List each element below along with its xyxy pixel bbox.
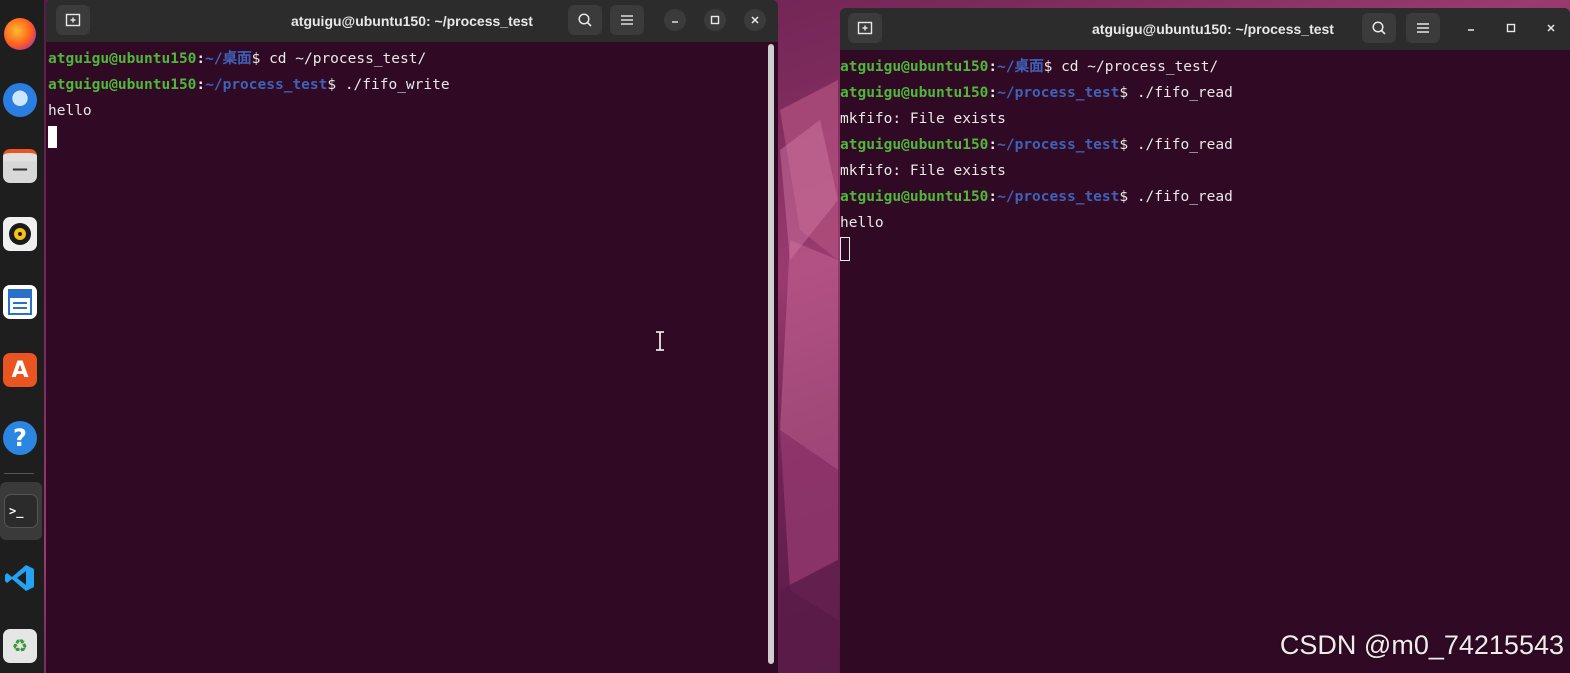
prompt-user: atguigu@ubuntu150 xyxy=(840,189,989,205)
files-icon: — xyxy=(3,149,37,183)
close-icon xyxy=(751,16,759,24)
prompt-colon: : xyxy=(988,85,998,101)
vscode-icon xyxy=(3,561,37,595)
terminal-line: atguigu@ubuntu150:~/桌面$ cd ~/process_tes… xyxy=(840,54,1570,80)
prompt-colon: : xyxy=(196,51,206,67)
terminal-line: hello xyxy=(48,103,92,119)
help-icon: ? xyxy=(3,421,37,455)
new-tab-button[interactable] xyxy=(56,5,90,35)
search-icon xyxy=(578,13,592,27)
prompt-path: ~/process_test xyxy=(997,85,1120,101)
app-center-icon: A xyxy=(3,353,37,387)
search-icon xyxy=(1372,21,1386,35)
minimize-button[interactable] xyxy=(664,9,686,31)
dock-item-rhythmbox[interactable] xyxy=(0,208,40,260)
dock-item-files[interactable]: — xyxy=(0,140,40,192)
terminal-line xyxy=(840,236,1570,262)
command-text: $ cd ~/process_test/ xyxy=(251,51,427,67)
prompt-user: atguigu@ubuntu150 xyxy=(840,59,989,75)
text-cursor xyxy=(840,237,850,261)
prompt-colon: : xyxy=(988,189,998,205)
terminal-window-right[interactable]: atguigu@ubuntu150: ~/process_test atguig… xyxy=(840,8,1570,673)
dock-item-thunderbird[interactable] xyxy=(0,74,40,126)
dock-separator xyxy=(4,473,34,474)
dock: — A ? >_ ♻ xyxy=(0,0,44,673)
prompt-path: ~/process_test xyxy=(997,189,1120,205)
command-text: $ cd ~/process_test/ xyxy=(1043,59,1219,75)
terminal-line: atguigu@ubuntu150:~/process_test$ ./fifo… xyxy=(48,72,778,98)
command-text: $ ./fifo_read xyxy=(1119,189,1233,205)
firefox-icon xyxy=(4,18,36,50)
terminal-line: atguigu@ubuntu150:~/桌面$ cd ~/process_tes… xyxy=(48,46,778,72)
new-tab-button[interactable] xyxy=(848,13,882,43)
close-icon xyxy=(1547,24,1555,32)
maximize-button[interactable] xyxy=(1500,17,1522,39)
prompt-user: atguigu@ubuntu150 xyxy=(48,51,197,67)
terminal-line: atguigu@ubuntu150:~/process_test$ ./fifo… xyxy=(840,80,1570,106)
close-button[interactable] xyxy=(744,9,766,31)
dock-item-help[interactable]: ? xyxy=(0,412,40,464)
hamburger-menu-icon xyxy=(621,15,633,25)
prompt-colon: : xyxy=(196,77,206,93)
minimize-button[interactable] xyxy=(1460,17,1482,39)
dock-item-terminal[interactable]: >_ xyxy=(0,482,42,540)
new-tab-icon xyxy=(857,21,873,35)
thunderbird-icon xyxy=(3,83,37,117)
new-tab-icon xyxy=(65,13,81,27)
terminal-output[interactable]: atguigu@ubuntu150:~/桌面$ cd ~/process_tes… xyxy=(840,50,1570,673)
text-cursor-ibeam-icon xyxy=(656,331,664,351)
writer-icon xyxy=(3,285,37,319)
minimize-icon xyxy=(672,21,678,23)
search-button[interactable] xyxy=(1362,13,1396,43)
text-cursor xyxy=(48,126,57,148)
titlebar[interactable]: atguigu@ubuntu150: ~/process_test xyxy=(46,0,778,42)
prompt-colon: : xyxy=(988,137,998,153)
maximize-button[interactable] xyxy=(704,9,726,31)
command-text: $ ./fifo_read xyxy=(1119,85,1233,101)
dock-item-trash[interactable]: ♻ xyxy=(0,620,40,672)
terminal-icon: >_ xyxy=(4,494,38,528)
prompt-path: ~/桌面 xyxy=(205,51,252,67)
maximize-icon xyxy=(710,15,720,25)
titlebar[interactable]: atguigu@ubuntu150: ~/process_test xyxy=(840,8,1570,50)
minimize-icon xyxy=(1468,29,1474,31)
close-button[interactable] xyxy=(1540,17,1562,39)
dock-item-app-center[interactable]: A xyxy=(0,344,40,396)
prompt-colon: : xyxy=(988,59,998,75)
prompt-user: atguigu@ubuntu150 xyxy=(840,137,989,153)
dock-item-firefox[interactable] xyxy=(0,8,40,60)
terminal-line: hello xyxy=(840,215,884,231)
dock-item-vscode[interactable] xyxy=(0,552,40,604)
prompt-user: atguigu@ubuntu150 xyxy=(48,77,197,93)
prompt-path: ~/process_test xyxy=(997,137,1120,153)
terminal-output[interactable]: atguigu@ubuntu150:~/桌面$ cd ~/process_tes… xyxy=(46,42,778,673)
menu-button[interactable] xyxy=(610,5,644,35)
terminal-window-left[interactable]: atguigu@ubuntu150: ~/process_test atguig… xyxy=(46,0,778,673)
trash-icon: ♻ xyxy=(3,629,37,663)
hamburger-menu-icon xyxy=(1417,23,1429,33)
rhythmbox-icon xyxy=(3,217,37,251)
terminal-line: atguigu@ubuntu150:~/process_test$ ./fifo… xyxy=(840,132,1570,158)
prompt-path: ~/桌面 xyxy=(997,59,1044,75)
terminal-line: atguigu@ubuntu150:~/process_test$ ./fifo… xyxy=(840,184,1570,210)
dock-item-writer[interactable] xyxy=(0,276,40,328)
command-text: $ ./fifo_write xyxy=(327,77,450,93)
prompt-path: ~/process_test xyxy=(205,77,328,93)
search-button[interactable] xyxy=(568,5,602,35)
command-text: $ ./fifo_read xyxy=(1119,137,1233,153)
terminal-line xyxy=(48,124,778,150)
prompt-user: atguigu@ubuntu150 xyxy=(840,85,989,101)
watermark: CSDN @m0_74215543 xyxy=(1279,630,1564,660)
scrollbar[interactable] xyxy=(768,44,774,664)
terminal-line: mkfifo: File exists xyxy=(840,163,1006,179)
terminal-line: mkfifo: File exists xyxy=(840,111,1006,127)
maximize-icon xyxy=(1506,23,1516,33)
menu-button[interactable] xyxy=(1406,13,1440,43)
